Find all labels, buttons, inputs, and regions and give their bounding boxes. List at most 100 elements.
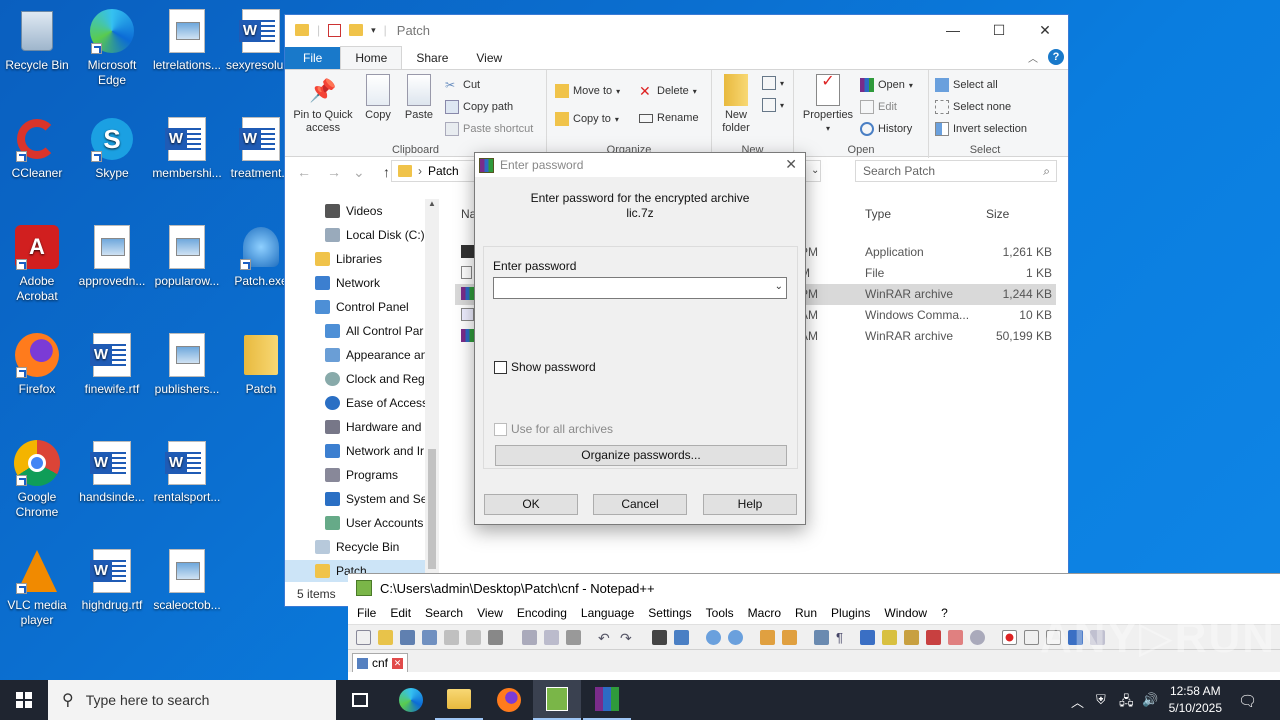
close-file-icon[interactable] xyxy=(444,630,459,645)
menu-encoding[interactable]: Encoding xyxy=(510,606,574,620)
new-folder-button[interactable]: New folder xyxy=(718,74,754,135)
taskbar-winrar[interactable] xyxy=(583,680,631,720)
open-button[interactable]: Open ▾ xyxy=(860,78,913,92)
nav-item-libraries[interactable]: Libraries xyxy=(315,248,382,270)
minimize-button[interactable]: — xyxy=(930,15,976,45)
nav-item-hardware[interactable]: Hardware and xyxy=(325,416,421,438)
menu-language[interactable]: Language xyxy=(574,606,641,620)
desktop-icon-letrelations[interactable]: letrelations... xyxy=(150,8,224,73)
close-tab-icon[interactable]: ✕ xyxy=(392,657,404,669)
nav-item-control-panel[interactable]: Control Panel xyxy=(315,296,409,318)
cut-button[interactable]: ✂ Cut xyxy=(445,78,480,92)
desktop-icon-google-chrome[interactable]: Google Chrome xyxy=(0,440,74,520)
close-icon[interactable]: ✕ xyxy=(785,156,797,173)
desktop-icon-publishers[interactable]: publishers... xyxy=(150,332,224,397)
customize-qat-icon[interactable]: ▾ xyxy=(371,25,376,36)
record-macro-icon[interactable] xyxy=(1002,630,1017,645)
column-header-type[interactable]: Type xyxy=(865,207,891,221)
desktop-icon-vlc[interactable]: VLC media player xyxy=(0,548,74,628)
desktop-icon-recycle-bin[interactable]: Recycle Bin xyxy=(0,8,74,73)
rename-button[interactable]: Rename xyxy=(639,112,699,124)
dialog-title-bar[interactable]: Enter password ✕ xyxy=(475,153,805,177)
taskbar-file-explorer[interactable] xyxy=(435,680,483,720)
tab-home[interactable]: Home xyxy=(340,46,403,69)
show-password-checkbox[interactable]: Show password xyxy=(494,360,596,374)
zoom-out-icon[interactable] xyxy=(728,630,743,645)
password-input[interactable]: ⌄ xyxy=(493,277,787,299)
edit-button[interactable]: Edit xyxy=(860,100,897,114)
new-folder-icon[interactable] xyxy=(349,24,364,36)
menu-macro[interactable]: Macro xyxy=(741,606,788,620)
nav-item-appearance[interactable]: Appearance an xyxy=(325,344,427,366)
nav-item-clock-region[interactable]: Clock and Regi xyxy=(325,368,427,390)
new-item-button[interactable]: ▾ xyxy=(762,76,784,90)
copy-button[interactable]: Copy xyxy=(359,74,397,122)
ok-button[interactable]: OK xyxy=(484,494,578,515)
move-to-button[interactable]: Move to ▾ xyxy=(555,84,620,98)
monitoring-icon[interactable] xyxy=(970,630,985,645)
notification-icon[interactable]: 🗨 xyxy=(1238,692,1257,710)
collapse-ribbon-icon[interactable]: ︿ xyxy=(1028,50,1038,65)
tab-cnf[interactable]: cnf ✕ xyxy=(352,653,409,672)
start-button[interactable] xyxy=(0,680,48,720)
explorer-title-bar[interactable]: | ▾ | Patch — ☐ ✕ xyxy=(285,15,1068,45)
redo-icon[interactable]: ↷ xyxy=(620,630,635,646)
scrollbar-thumb[interactable] xyxy=(428,449,436,569)
desktop-icon-finewife[interactable]: W finewife.rtf xyxy=(75,332,149,397)
new-file-icon[interactable] xyxy=(356,630,371,645)
select-none-button[interactable]: Select none xyxy=(935,100,1011,114)
search-input[interactable]: Search Patch ⌕ xyxy=(855,160,1057,182)
show-hidden-icons-icon[interactable]: ︿ xyxy=(1071,692,1084,711)
nav-item-recycle-bin[interactable]: Recycle Bin xyxy=(315,536,399,558)
menu-search[interactable]: Search xyxy=(418,606,470,620)
tab-file[interactable]: File xyxy=(285,47,341,69)
task-view-button[interactable] xyxy=(336,680,384,720)
help-button[interactable]: Help xyxy=(703,494,797,515)
undo-icon[interactable]: ↶ xyxy=(598,630,613,646)
save-all-icon[interactable] xyxy=(422,630,437,645)
stop-macro-icon[interactable] xyxy=(1024,630,1039,645)
menu-window[interactable]: Window xyxy=(877,606,934,620)
desktop-icon-ccleaner[interactable]: CCleaner xyxy=(0,116,74,181)
properties-button[interactable]: ✓ Properties ▾ xyxy=(800,74,856,135)
nav-item-user-accounts[interactable]: User Accounts xyxy=(325,512,423,534)
maximize-button[interactable]: ☐ xyxy=(976,15,1022,45)
nav-item-all-control-panel[interactable]: All Control Par xyxy=(325,320,423,342)
menu-help[interactable]: ? xyxy=(934,606,955,620)
desktop-icon-highdrug[interactable]: W highdrug.rtf xyxy=(75,548,149,613)
desktop-icon-firefox[interactable]: Firefox xyxy=(0,332,74,397)
udl-icon[interactable] xyxy=(882,630,897,645)
menu-file[interactable]: File xyxy=(350,606,383,620)
sync-horizontal-icon[interactable] xyxy=(782,630,797,645)
close-button[interactable]: ✕ xyxy=(1022,15,1068,45)
print-icon[interactable] xyxy=(488,630,503,645)
cancel-button[interactable]: Cancel xyxy=(593,494,687,515)
find-icon[interactable] xyxy=(652,630,667,645)
close-all-icon[interactable] xyxy=(466,630,481,645)
taskbar-edge[interactable] xyxy=(387,680,435,720)
desktop-icon-skype[interactable]: S Skype xyxy=(75,116,149,181)
show-all-chars-icon[interactable]: ¶ xyxy=(836,630,851,645)
organize-passwords-button[interactable]: Organize passwords... xyxy=(495,445,787,466)
desktop-icon-approvedn[interactable]: approvedn... xyxy=(75,224,149,289)
recent-locations-icon[interactable]: ⌄ xyxy=(353,164,371,181)
taskbar-firefox[interactable] xyxy=(485,680,533,720)
properties-icon[interactable] xyxy=(328,23,342,37)
document-map-icon[interactable] xyxy=(904,630,919,645)
folder-workspace-icon[interactable] xyxy=(948,630,963,645)
cut-icon[interactable] xyxy=(522,630,537,645)
scroll-up-icon[interactable]: ▲ xyxy=(428,199,436,208)
clock[interactable]: 12:58 AM 5/10/2025 xyxy=(1169,683,1222,717)
invert-selection-button[interactable]: Invert selection xyxy=(935,122,1027,136)
copy-icon[interactable] xyxy=(544,630,559,645)
word-wrap-icon[interactable] xyxy=(814,630,829,645)
sync-vertical-icon[interactable] xyxy=(760,630,775,645)
menu-edit[interactable]: Edit xyxy=(383,606,418,620)
history-button[interactable]: History xyxy=(860,122,912,136)
nav-item-local-disk[interactable]: Local Disk (C:) xyxy=(325,224,425,246)
desktop-icon-handsinde[interactable]: W handsinde... xyxy=(75,440,149,505)
forward-arrow-icon[interactable]: → xyxy=(327,164,345,180)
menu-settings[interactable]: Settings xyxy=(641,606,698,620)
open-file-icon[interactable] xyxy=(378,630,393,645)
replace-icon[interactable] xyxy=(674,630,689,645)
